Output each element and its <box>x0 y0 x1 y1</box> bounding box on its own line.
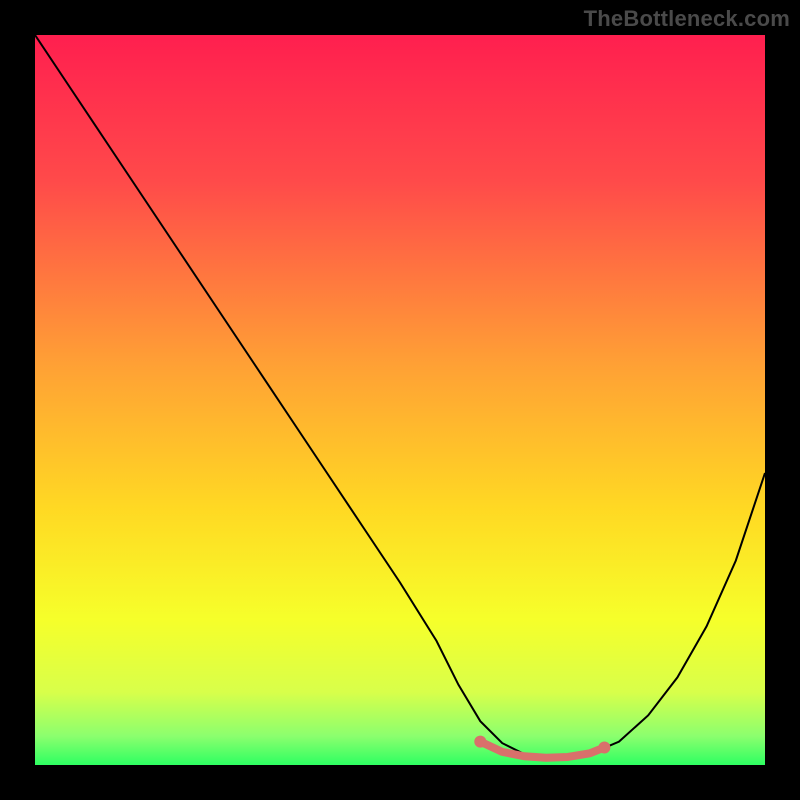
gradient-background <box>35 35 765 765</box>
chart-frame: TheBottleneck.com <box>0 0 800 800</box>
highlight-endpoint-start <box>474 736 486 748</box>
chart-svg <box>35 35 765 765</box>
watermark-text: TheBottleneck.com <box>584 6 790 32</box>
highlight-endpoint-end <box>598 741 610 753</box>
plot-area <box>35 35 765 765</box>
